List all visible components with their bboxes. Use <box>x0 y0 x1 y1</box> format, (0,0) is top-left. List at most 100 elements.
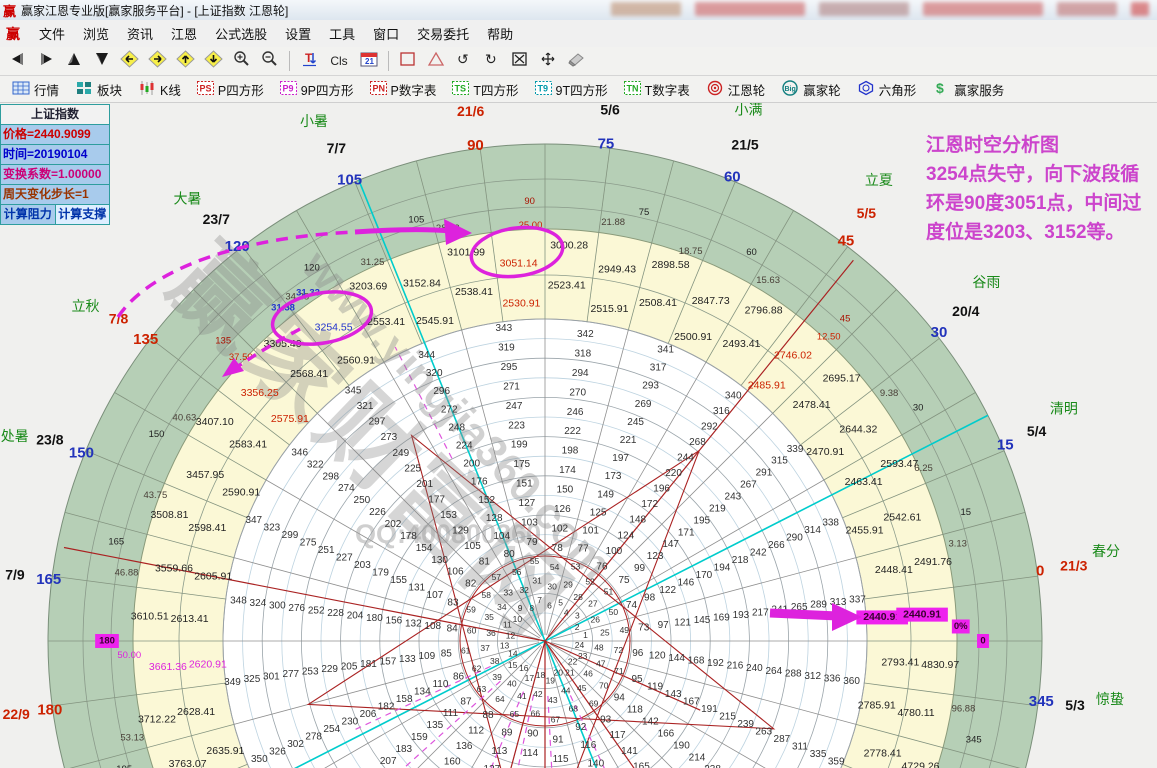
delete-box-icon <box>510 50 530 73</box>
svg-text:47: 47 <box>596 658 606 668</box>
toolbar-eraser-button[interactable] <box>562 48 590 74</box>
toolbar-rotate-cw-button[interactable]: ↻ <box>478 48 506 74</box>
svg-text:288: 288 <box>785 668 802 679</box>
svg-text:2635.91: 2635.91 <box>206 745 244 757</box>
svg-text:45: 45 <box>838 233 855 250</box>
view-button-板块[interactable]: 板块 <box>67 76 130 103</box>
view-button-P四方形[interactable]: PSP四方形 <box>189 76 272 103</box>
svg-text:347: 347 <box>245 515 262 526</box>
view-button-label: 9T四方形 <box>556 80 608 99</box>
svg-text:2613.41: 2613.41 <box>171 613 209 625</box>
view-button-label: T四方形 <box>473 80 518 99</box>
svg-text:75: 75 <box>639 207 650 218</box>
svg-text:T9: T9 <box>537 83 548 93</box>
menu-item-设置[interactable]: 设置 <box>276 20 320 47</box>
svg-text:160: 160 <box>444 757 461 768</box>
toolbar-calendar-button[interactable]: 21 <box>355 48 383 74</box>
menu-item-帮助[interactable]: 帮助 <box>478 20 522 47</box>
svg-text:343: 343 <box>496 323 513 334</box>
view-button-K线[interactable]: K线 <box>130 76 189 103</box>
toolbar-price-axis-button[interactable]: T <box>295 48 323 74</box>
view-button-六角形[interactable]: 六角形 <box>849 76 925 103</box>
view-button-9P四方形[interactable]: P99P四方形 <box>272 76 362 103</box>
svg-text:214: 214 <box>689 752 706 763</box>
view-button-赢家轮[interactable]: Big赢家轮 <box>773 76 849 103</box>
svg-text:177: 177 <box>428 494 445 505</box>
svg-text:165: 165 <box>108 537 124 548</box>
toolbar-zoom-out-button[interactable] <box>256 48 284 74</box>
menu-item-窗口[interactable]: 窗口 <box>364 20 408 47</box>
toolbar-up-button[interactable] <box>60 48 88 74</box>
view-button-行情[interactable]: 行情 <box>4 76 67 103</box>
toolbar-pan-up-button[interactable] <box>172 48 200 74</box>
svg-text:45: 45 <box>577 683 587 693</box>
toolbar-pan-right-button[interactable] <box>144 48 172 74</box>
menu-item-浏览[interactable]: 浏览 <box>74 20 118 47</box>
menu-item-工具[interactable]: 工具 <box>320 20 364 47</box>
menu-item-江恩[interactable]: 江恩 <box>162 20 206 47</box>
menu-item-文件[interactable]: 文件 <box>30 20 74 47</box>
svg-text:60: 60 <box>746 247 757 258</box>
svg-text:113: 113 <box>491 746 507 757</box>
toolbar-rotate-ccw-button[interactable]: ↺ <box>450 48 478 74</box>
panel-button-计算支撑[interactable]: 计算支撑 <box>56 205 110 224</box>
svg-text:250: 250 <box>354 495 371 506</box>
view-button-P数字表[interactable]: PNP数字表 <box>362 76 445 103</box>
svg-text:15: 15 <box>997 437 1014 454</box>
toolbar-draw-square-button[interactable] <box>394 48 422 74</box>
svg-text:2530.91: 2530.91 <box>502 298 540 310</box>
svg-text:337: 337 <box>849 594 866 605</box>
svg-text:30: 30 <box>931 324 948 341</box>
toolbar-zoom-in-button[interactable] <box>228 48 256 74</box>
view-button-江恩轮[interactable]: 江恩轮 <box>698 76 774 103</box>
svg-text:131: 131 <box>408 583 425 594</box>
svg-text:3508.81: 3508.81 <box>150 509 188 521</box>
svg-text:176: 176 <box>471 477 488 488</box>
svg-text:21: 21 <box>365 57 374 66</box>
view-button-赢家服务[interactable]: $赢家服务 <box>924 76 1012 103</box>
toolbar-pan-left-button[interactable] <box>116 48 144 74</box>
svg-text:179: 179 <box>372 568 389 579</box>
menu-item-公式选股[interactable]: 公式选股 <box>206 20 276 47</box>
toolbar-delete-box-button[interactable] <box>506 48 534 74</box>
svg-text:90: 90 <box>524 196 535 207</box>
panel-button-计算阻力[interactable]: 计算阻力 <box>1 205 56 224</box>
view-button-9T四方形[interactable]: T9 9T四方形 <box>527 76 616 103</box>
svg-text:146: 146 <box>677 577 694 588</box>
view-button-T数字表[interactable]: TNT数字表 <box>616 76 698 103</box>
toolbar-cls-button[interactable]: Cls <box>323 48 355 74</box>
六角形-icon <box>857 80 875 99</box>
view-button-label: 板块 <box>97 80 122 99</box>
svg-text:2440.91: 2440.91 <box>863 611 901 623</box>
menu-item-交易委托[interactable]: 交易委托 <box>408 20 478 47</box>
application-window: 赢 赢家江恩专业版[赢家服务平台] - [上证指数 江恩轮] 赢文件浏览资讯江恩… <box>0 0 1157 768</box>
pan-left-icon <box>120 50 140 73</box>
toolbar-move-tool-button[interactable] <box>534 48 562 74</box>
view-button-T四方形[interactable]: TST四方形 <box>444 76 526 103</box>
svg-text:125: 125 <box>590 507 607 518</box>
svg-text:2545.91: 2545.91 <box>416 315 454 327</box>
svg-text:253: 253 <box>302 667 319 678</box>
svg-text:8: 8 <box>529 603 534 613</box>
svg-text:275: 275 <box>300 538 317 549</box>
svg-text:105: 105 <box>464 541 481 552</box>
toolbar-back-button[interactable] <box>4 48 32 74</box>
view-button-label: 赢家服务 <box>954 80 1004 99</box>
svg-text:244: 244 <box>677 453 694 464</box>
toolbar-forward-button[interactable] <box>32 48 60 74</box>
svg-text:123: 123 <box>647 551 664 562</box>
menu-item-资讯[interactable]: 资讯 <box>118 20 162 47</box>
toolbar-pan-down-button[interactable] <box>200 48 228 74</box>
svg-text:170: 170 <box>696 570 713 581</box>
svg-text:21: 21 <box>565 668 575 678</box>
toolbar-draw-triangle-button[interactable] <box>422 48 450 74</box>
toolbar-down-button[interactable] <box>88 48 116 74</box>
svg-text:86: 86 <box>453 671 465 682</box>
svg-text:298: 298 <box>322 471 339 482</box>
svg-text:207: 207 <box>380 756 397 767</box>
svg-text:PS: PS <box>199 83 211 93</box>
svg-text:71: 71 <box>614 666 624 676</box>
svg-text:297: 297 <box>369 417 386 428</box>
svg-text:84: 84 <box>447 623 459 634</box>
svg-text:249: 249 <box>393 448 410 459</box>
